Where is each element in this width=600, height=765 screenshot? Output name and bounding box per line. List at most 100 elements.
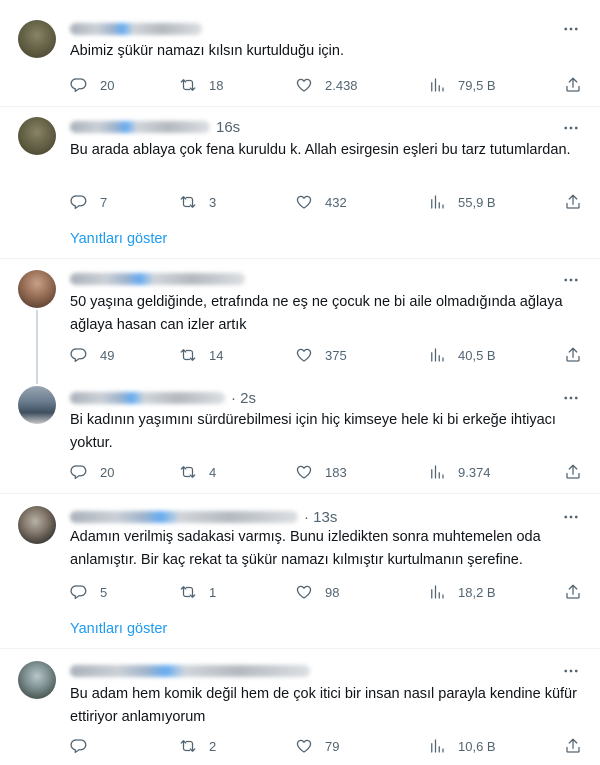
views-button[interactable]: 10,6 B: [428, 736, 496, 756]
like-icon: [296, 78, 312, 92]
tweet-header: [70, 662, 310, 680]
like-count: 2.438: [325, 77, 358, 93]
avatar[interactable]: [18, 20, 56, 58]
reply-count: 5: [100, 584, 108, 600]
share-button[interactable]: [564, 462, 582, 482]
blurred-username[interactable]: [70, 511, 298, 523]
tweet-time[interactable]: · 2s: [231, 390, 256, 407]
view-count: 18,2 B: [458, 584, 496, 600]
like-count: 98: [325, 584, 340, 600]
like-icon: [296, 195, 312, 209]
blurred-username[interactable]: [70, 392, 225, 404]
retweet-button[interactable]: 2: [179, 736, 216, 756]
show-replies-link[interactable]: Yanıtları göster: [70, 231, 167, 247]
blurred-username[interactable]: [70, 273, 245, 285]
avatar[interactable]: [18, 506, 56, 544]
share-button[interactable]: [564, 582, 582, 602]
views-icon: [431, 78, 444, 92]
retweet-count: 14: [209, 347, 224, 363]
views-icon: [431, 739, 444, 753]
reply-button[interactable]: [70, 736, 100, 756]
like-count: 432: [325, 194, 347, 210]
retweet-button[interactable]: 3: [179, 192, 216, 212]
tweet[interactable]: · 2s Bi kadının yaşımını sürdürebilmesi …: [0, 378, 600, 492]
share-icon: [566, 347, 580, 362]
reply-button[interactable]: 49: [70, 345, 114, 365]
tweet[interactable]: · 13s Adamın verilmiş sadakasi varmış. B…: [0, 494, 600, 649]
blurred-username[interactable]: [70, 665, 310, 677]
tweet-actions: 5 1 98 18,2 B: [70, 582, 585, 602]
reply-button[interactable]: 20: [70, 462, 114, 482]
like-button[interactable]: 2.438: [295, 75, 358, 95]
blurred-username[interactable]: [70, 23, 202, 35]
tweet-time[interactable]: · 13s: [304, 509, 337, 526]
avatar[interactable]: [18, 117, 56, 155]
retweet-icon: [180, 466, 196, 478]
tweet-time[interactable]: 16s: [216, 119, 240, 136]
avatar[interactable]: [18, 661, 56, 699]
retweet-button[interactable]: 18: [179, 75, 223, 95]
reply-icon: [70, 739, 87, 754]
more-icon: [564, 669, 578, 673]
tweet-actions: 20 4 183 9.374: [70, 462, 585, 482]
tweet-header: [70, 20, 202, 38]
retweet-icon: [180, 196, 196, 208]
blurred-username[interactable]: [70, 121, 210, 133]
like-count: 183: [325, 464, 347, 480]
like-button[interactable]: 79: [295, 736, 339, 756]
like-button[interactable]: 183: [295, 462, 347, 482]
more-options-button[interactable]: [562, 389, 580, 407]
retweet-icon: [180, 740, 196, 752]
tweet-actions: 20 18 2.438 79,5 B: [70, 75, 585, 95]
views-icon: [431, 585, 444, 599]
reply-count: 20: [100, 77, 115, 93]
more-options-button[interactable]: [562, 119, 580, 137]
retweet-button[interactable]: 4: [179, 462, 216, 482]
avatar[interactable]: [18, 386, 56, 424]
views-button[interactable]: 55,9 B: [428, 192, 496, 212]
tweet-header: [70, 270, 245, 288]
share-button[interactable]: [564, 345, 582, 365]
like-button[interactable]: 432: [295, 192, 347, 212]
more-options-button[interactable]: [562, 508, 580, 526]
retweet-button[interactable]: 14: [179, 345, 223, 365]
show-replies-link[interactable]: Yanıtları göster: [70, 621, 167, 637]
reply-icon: [70, 585, 87, 600]
more-options-button[interactable]: [562, 662, 580, 680]
like-button[interactable]: 98: [295, 582, 339, 602]
like-icon: [296, 739, 312, 753]
tweet-header: · 13s: [70, 508, 337, 526]
like-button[interactable]: 375: [295, 345, 347, 365]
avatar[interactable]: [18, 270, 56, 308]
views-icon: [431, 465, 444, 479]
share-button[interactable]: [564, 192, 582, 212]
tweet[interactable]: Abimiz şükür namazı kılsın kurtulduğu iç…: [0, 0, 600, 106]
share-button[interactable]: [564, 75, 582, 95]
reply-button[interactable]: 20: [70, 75, 114, 95]
more-options-button[interactable]: [562, 271, 580, 289]
reply-button[interactable]: 5: [70, 582, 107, 602]
more-options-button[interactable]: [562, 20, 580, 38]
retweet-button[interactable]: 1: [179, 582, 216, 602]
tweet-text: Bu arada ablaya çok fena kuruldu k. Alla…: [70, 142, 571, 158]
views-button[interactable]: 18,2 B: [428, 582, 496, 602]
view-count: 10,6 B: [458, 738, 496, 754]
tweet[interactable]: 50 yaşına geldiğinde, etrafında ne eş ne…: [0, 259, 600, 371]
share-button[interactable]: [564, 736, 582, 756]
more-icon: [564, 27, 578, 31]
retweet-icon: [180, 349, 196, 361]
tweet-header: 16s: [70, 118, 240, 136]
like-count: 375: [325, 347, 347, 363]
like-count: 79: [325, 738, 340, 754]
like-icon: [296, 585, 312, 599]
tweet[interactable]: 16s Bu arada ablaya çok fena kuruldu k. …: [0, 107, 600, 259]
retweet-icon: [180, 586, 196, 598]
reply-button[interactable]: 7: [70, 192, 107, 212]
tweet-header: · 2s: [70, 389, 256, 407]
share-icon: [566, 194, 580, 209]
views-button[interactable]: 9.374: [428, 462, 491, 482]
share-icon: [566, 464, 580, 479]
views-button[interactable]: 40,5 B: [428, 345, 496, 365]
tweet[interactable]: Bu adam hem komik değil hem de çok itici…: [0, 649, 600, 765]
views-button[interactable]: 79,5 B: [428, 75, 496, 95]
